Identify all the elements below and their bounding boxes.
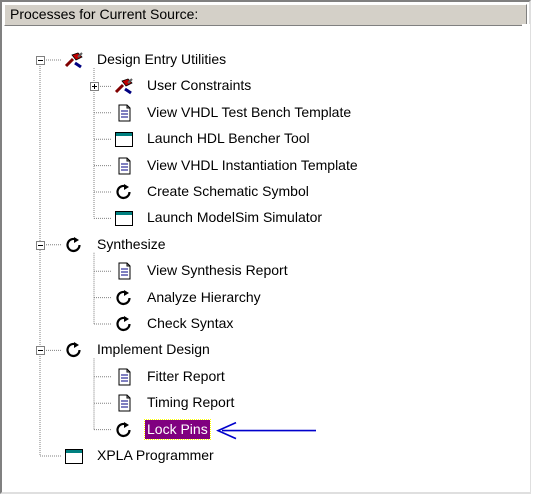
tree-item-label: Synthesize: [97, 235, 166, 252]
left-arrow-icon: [216, 421, 316, 440]
tree-item-label: Analyze Hierarchy: [147, 288, 261, 305]
document-icon: [114, 394, 134, 412]
tree-item-label: XPLA Programmer: [97, 447, 214, 463]
collapse-icon[interactable]: [36, 346, 45, 356]
collapse-icon[interactable]: [36, 240, 45, 250]
run-process-icon: [114, 315, 134, 333]
window-icon: [114, 130, 134, 148]
tree-item-label: View Synthesis Report: [147, 262, 288, 279]
tree-item-label: Timing Report: [147, 394, 235, 411]
document-icon: [114, 104, 134, 122]
tree-item-label: Design Entry Utilities: [97, 51, 227, 67]
tree-item-label: Launch HDL Bencher Tool: [147, 130, 310, 147]
run-process-icon: [114, 183, 134, 201]
run-process-icon: [114, 421, 134, 439]
utilities-tools-icon: [64, 51, 84, 69]
tree-item-label: View VHDL Instantiation Template: [147, 156, 358, 173]
tree-item-label: Check Syntax: [147, 315, 234, 331]
window-icon: [64, 447, 84, 465]
tree-item-label: View VHDL Test Bench Template: [147, 103, 352, 120]
tree-item-label: Lock Pins: [144, 418, 211, 440]
document-icon: [114, 262, 134, 280]
tree-item-label: User Constraints: [147, 77, 252, 94]
tree-item-label: Launch ModelSim Simulator: [147, 209, 323, 226]
utilities-tools-icon: [114, 77, 134, 95]
run-process-icon: [64, 236, 84, 254]
scroll-area[interactable]: [522, 24, 530, 492]
tree-item-label: Create Schematic Symbol: [147, 183, 309, 199]
run-process-icon: [114, 289, 134, 307]
collapse-icon[interactable]: [36, 56, 45, 65]
document-icon: [114, 368, 134, 386]
tree-item-label: Fitter Report: [147, 367, 225, 384]
expand-icon[interactable]: [90, 82, 99, 92]
run-process-icon: [64, 341, 84, 359]
tree-item-label: Implement Design: [97, 341, 210, 358]
document-icon: [114, 157, 134, 175]
window-icon: [114, 209, 134, 227]
